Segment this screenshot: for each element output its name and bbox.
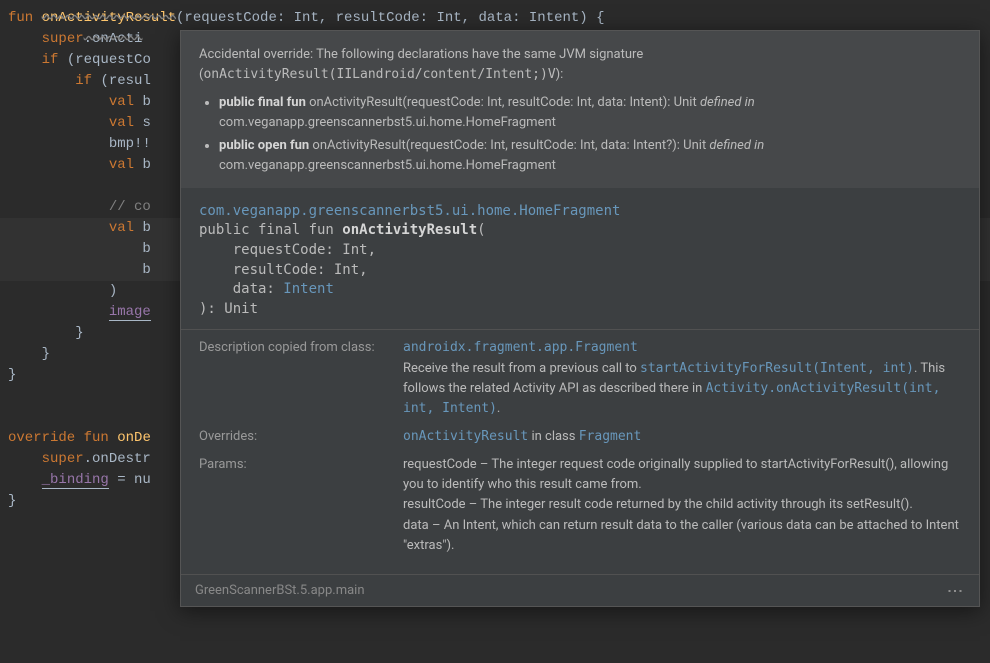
type-link[interactable]: Intent xyxy=(283,281,334,297)
method-link[interactable]: onActivityResult xyxy=(403,429,528,444)
desc-row: Description copied from class: androidx.… xyxy=(199,338,961,419)
param-text: data – An Intent, which can return resul… xyxy=(403,516,961,556)
desc-value: onActivityResult in class Fragment xyxy=(403,427,961,447)
desc-row: Overrides: onActivityResult in class Fra… xyxy=(199,427,961,447)
code-line: fun onActivityResult(requestCode: Int, r… xyxy=(0,8,990,29)
desc-label: Description copied from class: xyxy=(199,338,403,419)
signature-block: com.veganapp.greenscannerbst5.ui.home.Ho… xyxy=(181,188,979,330)
method-link[interactable]: startActivityForResult(Intent, int) xyxy=(640,361,914,376)
tooltip-footer: GreenScannerBSt.5.app.main ⋮ xyxy=(181,574,979,606)
documentation-tooltip: Accidental override: The following decla… xyxy=(180,30,980,607)
desc-label: Params: xyxy=(199,455,403,556)
more-options-icon[interactable]: ⋮ xyxy=(946,583,965,597)
package-link[interactable]: com.veganapp.greenscannerbst5.ui.home.Ho… xyxy=(199,203,620,219)
error-item: public open fun onActivityResult(request… xyxy=(219,136,961,176)
class-link[interactable]: androidx.fragment.app.Fragment xyxy=(403,340,638,355)
desc-value: androidx.fragment.app.Fragment Receive t… xyxy=(403,338,961,419)
desc-row: Params: requestCode – The integer reques… xyxy=(199,455,961,556)
error-header: Accidental override: The following decla… xyxy=(181,31,979,188)
error-list: public final fun onActivityResult(reques… xyxy=(219,93,961,176)
param-text: resultCode – The integer result code ret… xyxy=(403,495,961,515)
desc-label: Overrides: xyxy=(199,427,403,447)
class-link[interactable]: Fragment xyxy=(579,429,642,444)
error-text: Accidental override: The following decla… xyxy=(199,47,643,82)
desc-value: requestCode – The integer request code o… xyxy=(403,455,961,556)
description-block: Description copied from class: androidx.… xyxy=(181,329,979,573)
error-item: public final fun onActivityResult(reques… xyxy=(219,93,961,133)
footer-text: GreenScannerBSt.5.app.main xyxy=(195,583,365,598)
param-text: requestCode – The integer request code o… xyxy=(403,455,961,495)
